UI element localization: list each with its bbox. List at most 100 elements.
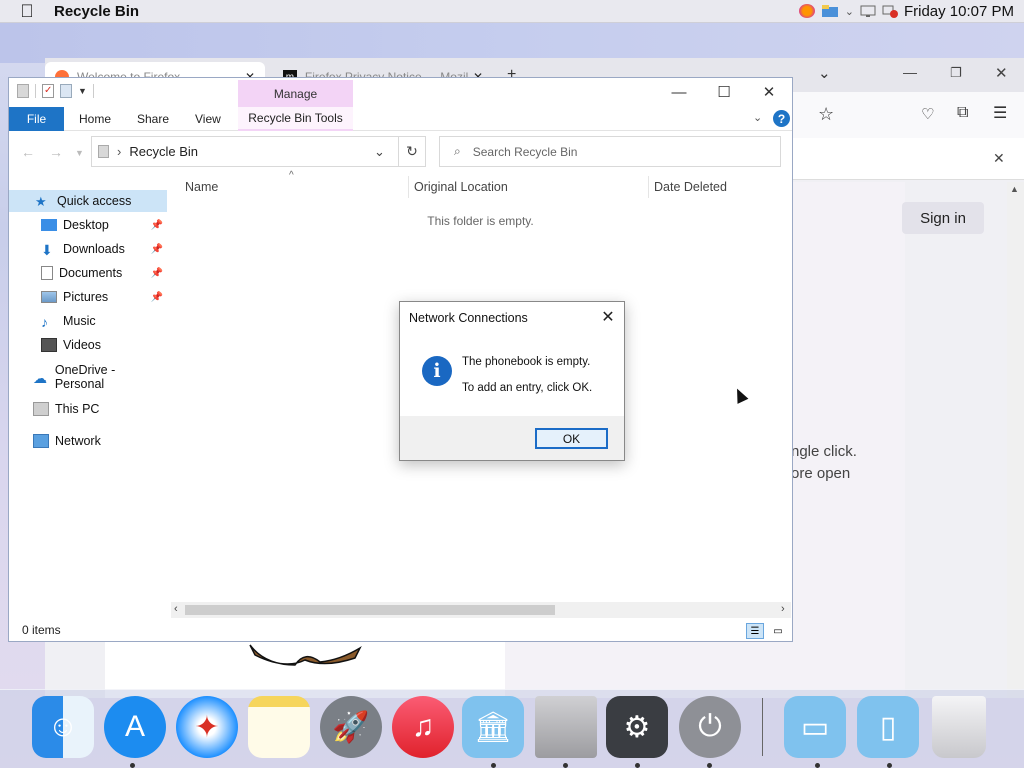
- minimize-icon[interactable]: —: [903, 64, 917, 80]
- nav-item-music[interactable]: ♪ Music: [9, 310, 167, 332]
- ok-button[interactable]: OK: [535, 428, 608, 449]
- details-view-button[interactable]: ☰: [746, 623, 764, 639]
- app-store-icon[interactable]: A: [104, 696, 166, 758]
- computer-icon: [33, 402, 49, 416]
- scroll-right-arrow-icon[interactable]: ›: [781, 603, 785, 615]
- tab-list-chevron-icon[interactable]: ⌄: [818, 64, 831, 82]
- library-folder-icon[interactable]: 🏛: [462, 696, 524, 758]
- network-error-icon[interactable]: [882, 4, 898, 18]
- recent-locations-chevron-icon[interactable]: ▼: [75, 148, 84, 158]
- scroll-up-arrow-icon[interactable]: ▲: [1010, 184, 1019, 194]
- extensions-icon[interactable]: ⧉: [957, 104, 968, 122]
- column-date-deleted[interactable]: Date Deleted: [654, 180, 727, 194]
- close-icon: ✕: [601, 309, 615, 326]
- close-window-icon[interactable]: ✕: [995, 64, 1008, 82]
- restore-icon[interactable]: ❐: [950, 65, 962, 81]
- nav-item-onedrive[interactable]: ☁ OneDrive - Personal: [9, 363, 167, 391]
- tab-view[interactable]: View: [195, 107, 221, 131]
- window-folder-icon[interactable]: ▭: [784, 696, 846, 758]
- sign-in-button[interactable]: Sign in: [902, 202, 984, 234]
- nav-item-desktop[interactable]: Desktop 📌: [9, 214, 167, 236]
- breadcrumb-recycle-bin[interactable]: Recycle Bin: [129, 144, 198, 159]
- mac-pro-icon[interactable]: [535, 696, 597, 758]
- app-menu-icon[interactable]: ☰: [993, 103, 1007, 123]
- nav-item-pictures[interactable]: Pictures 📌: [9, 286, 167, 308]
- display-tray-icon[interactable]: [860, 4, 876, 18]
- forward-arrow-icon[interactable]: →: [49, 144, 63, 160]
- scrollbar-thumb[interactable]: [185, 605, 555, 615]
- nav-item-quick-access[interactable]: ★ Quick access: [9, 190, 167, 212]
- bookmark-star-icon[interactable]: ☆: [818, 104, 834, 125]
- maximize-button[interactable]: ☐: [701, 78, 747, 106]
- chevron-down-icon[interactable]: ⌄: [845, 5, 854, 18]
- star-icon: ★: [35, 194, 47, 209]
- new-folder-icon[interactable]: [60, 84, 72, 98]
- large-icons-view-button[interactable]: ▭: [769, 623, 787, 639]
- minimize-button[interactable]: —: [656, 78, 702, 106]
- tab-home[interactable]: Home: [79, 107, 111, 131]
- manage-tab[interactable]: Manage: [238, 80, 353, 108]
- dialog-footer: OK: [400, 416, 624, 460]
- breadcrumb-separator-icon[interactable]: ›: [117, 144, 121, 159]
- dock-separator: [762, 698, 763, 756]
- search-icon: ⌕: [454, 144, 461, 158]
- notes-icon[interactable]: [248, 696, 310, 758]
- sort-ascending-icon[interactable]: ^: [289, 170, 294, 181]
- folder-tray-icon[interactable]: [821, 4, 839, 18]
- horizontal-scrollbar[interactable]: ‹ ›: [171, 602, 791, 618]
- tab-file[interactable]: File: [9, 107, 64, 131]
- power-icon[interactable]: ⏻: [679, 696, 741, 758]
- properties-icon[interactable]: ✓: [42, 84, 54, 98]
- nav-item-this-pc[interactable]: This PC: [9, 398, 167, 420]
- refresh-button[interactable]: ↻: [398, 136, 426, 167]
- pin-icon[interactable]: 📌: [151, 244, 163, 255]
- trash-icon[interactable]: [932, 696, 986, 758]
- tab-share[interactable]: Share: [137, 107, 169, 131]
- nav-item-downloads[interactable]: ⬇ Downloads 📌: [9, 238, 167, 260]
- column-name[interactable]: Name: [185, 180, 218, 194]
- help-icon[interactable]: ?: [773, 110, 790, 127]
- address-dropdown-icon[interactable]: ⌄: [374, 144, 385, 160]
- empty-folder-message: This folder is empty.: [427, 214, 534, 228]
- scroll-left-arrow-icon[interactable]: ‹: [174, 603, 178, 615]
- nav-label: Pictures: [63, 290, 109, 304]
- nav-item-videos[interactable]: Videos: [9, 334, 167, 356]
- firefox-illustration: [249, 644, 362, 666]
- separator: [92, 84, 94, 98]
- running-indicator: [887, 763, 892, 768]
- nav-item-documents[interactable]: Documents 📌: [9, 262, 167, 284]
- pin-icon[interactable]: 📌: [151, 220, 163, 231]
- nav-item-network[interactable]: Network: [9, 430, 167, 452]
- system-preferences-icon[interactable]: ⚙: [606, 696, 668, 758]
- active-app-title[interactable]: Recycle Bin: [54, 3, 139, 20]
- pocket-icon[interactable]: ♡: [921, 105, 934, 123]
- back-arrow-icon[interactable]: ←: [21, 144, 35, 160]
- close-button[interactable]: ✕: [746, 78, 792, 106]
- pin-icon[interactable]: 📌: [151, 292, 163, 303]
- menu-bar-clock[interactable]: Friday 10:07 PM: [904, 3, 1014, 20]
- document-folder-icon[interactable]: ▯: [857, 696, 919, 758]
- address-bar[interactable]: › Recycle Bin ⌄: [91, 136, 426, 167]
- firefox-scrollbar[interactable]: ▲: [1007, 182, 1024, 698]
- info-icon: i: [422, 356, 452, 386]
- safari-icon[interactable]: ✦: [176, 696, 238, 758]
- expand-ribbon-chevron-icon[interactable]: ⌄: [753, 111, 762, 124]
- column-separator[interactable]: [648, 176, 649, 198]
- running-indicator: [491, 763, 496, 768]
- qat-dropdown-icon[interactable]: ▼: [78, 86, 87, 96]
- tab-recycle-bin-tools[interactable]: Recycle Bin Tools: [238, 107, 353, 131]
- column-separator[interactable]: [408, 176, 409, 198]
- column-original-location[interactable]: Original Location: [414, 180, 508, 194]
- finder-icon[interactable]: ☺: [32, 696, 94, 758]
- dialog-title: Network Connections: [409, 311, 528, 325]
- music-icon[interactable]: ♫: [392, 696, 454, 758]
- running-indicator: [130, 763, 135, 768]
- launchpad-icon[interactable]: 🚀: [320, 696, 382, 758]
- recycle-bin-icon: [17, 84, 29, 98]
- apple-logo-icon[interactable]: : [0, 1, 54, 22]
- close-notification-icon[interactable]: ✕: [993, 150, 1005, 167]
- firefox-tray-icon[interactable]: [798, 4, 815, 18]
- pin-icon[interactable]: 📌: [151, 268, 163, 279]
- search-input[interactable]: ⌕ Search Recycle Bin: [439, 136, 781, 167]
- dialog-close-button[interactable]: ✕: [592, 302, 624, 332]
